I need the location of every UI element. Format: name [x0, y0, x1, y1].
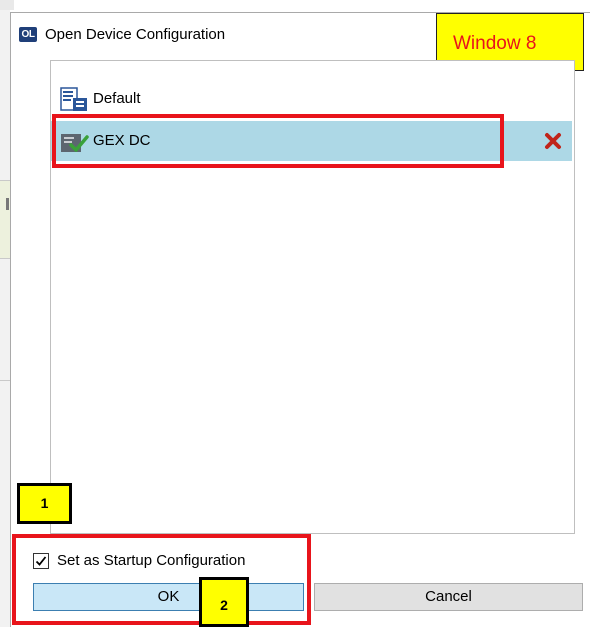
- callout-1: 1: [17, 483, 72, 524]
- startup-highlight-box: [12, 534, 311, 625]
- background-app-pane: [0, 10, 10, 627]
- selection-highlight-box: [52, 114, 504, 168]
- background-divider: [0, 180, 10, 181]
- app-logo-icon: OL: [19, 27, 37, 42]
- callout-2: 2: [199, 577, 249, 627]
- background-divider: [0, 258, 10, 259]
- list-item-label: Default: [93, 90, 141, 107]
- background-app-strip: [0, 0, 14, 10]
- background-tick: [6, 198, 9, 210]
- list-item-default[interactable]: Default: [51, 79, 572, 119]
- delete-x-icon[interactable]: [544, 132, 562, 150]
- background-app-highlight: [0, 180, 10, 258]
- document-config-icon: [60, 87, 87, 111]
- background-divider: [0, 380, 10, 381]
- cancel-button[interactable]: Cancel: [314, 583, 583, 611]
- window-label-text: Window 8: [453, 33, 537, 54]
- window-title: Open Device Configuration: [45, 26, 226, 43]
